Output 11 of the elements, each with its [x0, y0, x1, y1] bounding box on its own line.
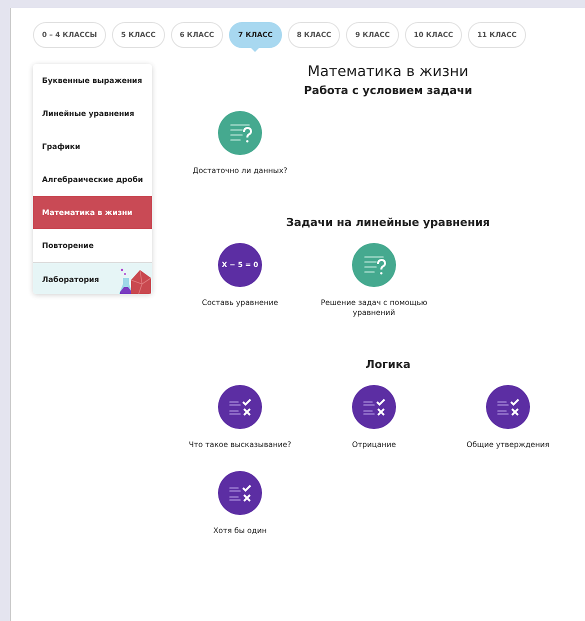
check-cross-list-icon[interactable] — [486, 385, 530, 430]
section-title: Задачи на линейные уравнения — [285, 216, 491, 230]
section-title: Работа с условием задачи — [302, 84, 474, 97]
page-title: Математика в жизни — [306, 64, 470, 80]
check-cross-list-icon[interactable] — [218, 470, 262, 514]
flask-crystal-icon — [118, 266, 152, 294]
section-title: Логика — [364, 358, 412, 372]
check-cross-list-icon[interactable] — [218, 385, 262, 430]
question-list-icon[interactable] — [352, 243, 396, 288]
check-cross-list-icon[interactable] — [352, 385, 396, 430]
question-list-icon[interactable] — [218, 111, 262, 155]
